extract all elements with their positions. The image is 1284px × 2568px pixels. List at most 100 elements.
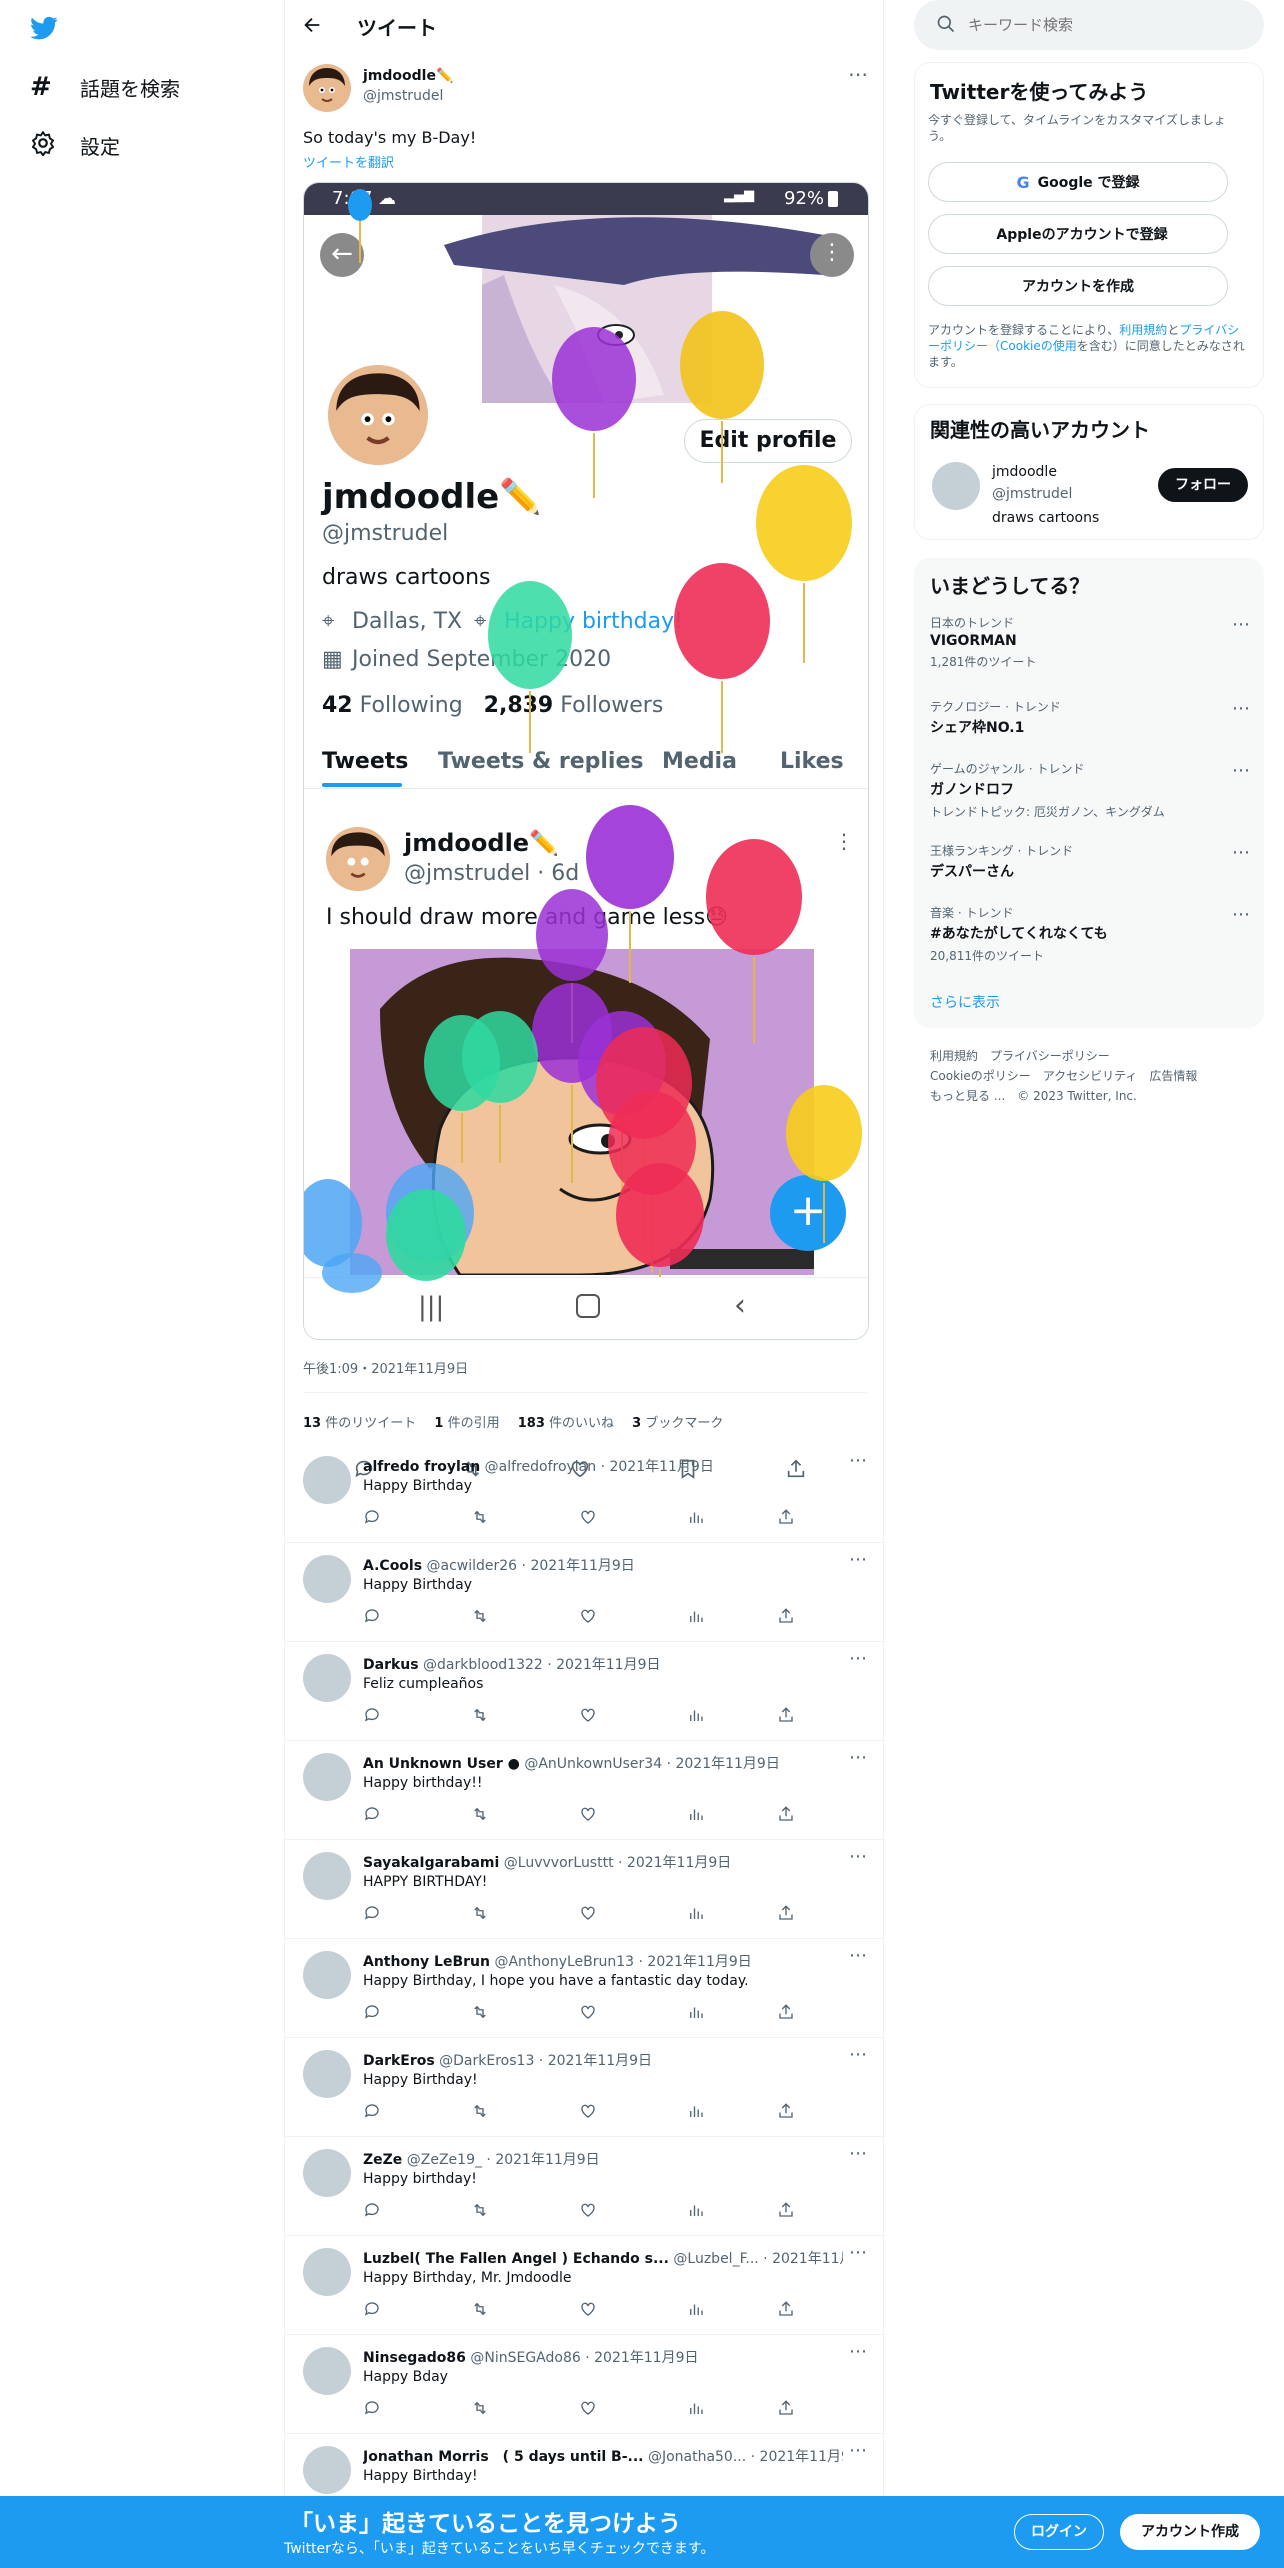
- reply-more-icon[interactable]: ⋯: [849, 2341, 867, 2362]
- reply-more-icon[interactable]: ⋯: [849, 1747, 867, 1768]
- reply-item[interactable]: Anthony LeBrun @AnthonyLeBrun13 · 2021年1…: [285, 1939, 885, 2038]
- trend-item[interactable]: 王様ランキング · トレンド デスパーさん ⋯: [930, 842, 1250, 885]
- legal-terms-link[interactable]: 利用規約: [1119, 323, 1167, 337]
- views-icon[interactable]: [687, 1607, 705, 1625]
- google-signup-button[interactable]: G Google で登録: [928, 162, 1228, 202]
- like-icon[interactable]: [579, 1508, 597, 1526]
- retweet-icon[interactable]: [471, 2399, 489, 2417]
- retweets-count[interactable]: 13: [303, 1416, 321, 1431]
- retweets-label[interactable]: 件のリツイート: [325, 1416, 416, 1431]
- reply-author-name[interactable]: Darkus: [363, 1657, 419, 1673]
- author-avatar[interactable]: [303, 64, 351, 112]
- reply-avatar[interactable]: [303, 1753, 351, 1801]
- retweet-icon[interactable]: [471, 1607, 489, 1625]
- share-icon[interactable]: [777, 2201, 795, 2219]
- share-icon[interactable]: [777, 2300, 795, 2318]
- trend-item[interactable]: 音楽 · トレンド #あなたがしてくれなくても 20,811件のツイート ⋯: [930, 904, 1250, 964]
- login-button[interactable]: ログイン: [1014, 2514, 1104, 2550]
- reply-meta[interactable]: @darkblood1322 · 2021年11月9日: [423, 1657, 660, 1673]
- search-box[interactable]: [914, 0, 1264, 50]
- reply-meta[interactable]: @DarkEros13 · 2021年11月9日: [439, 2053, 652, 2069]
- share-icon[interactable]: [777, 1706, 795, 1724]
- reply-author-name[interactable]: Luzbel( The Fallen Angel ) Echando s...: [363, 2251, 669, 2267]
- like-icon[interactable]: [579, 1805, 597, 1823]
- reply-author-name[interactable]: ZeZe: [363, 2152, 402, 2168]
- views-icon[interactable]: [687, 2102, 705, 2120]
- like-icon[interactable]: [579, 2300, 597, 2318]
- reply-author-name[interactable]: Ninsegado86: [363, 2350, 466, 2366]
- follow-button[interactable]: フォロー: [1158, 468, 1248, 502]
- tweet-timestamp[interactable]: 午後1:09・2021年11月9日: [303, 1358, 468, 1377]
- views-icon[interactable]: [687, 2399, 705, 2417]
- share-icon[interactable]: [777, 2399, 795, 2417]
- signup-button[interactable]: アカウント作成: [1120, 2514, 1260, 2550]
- retweet-icon[interactable]: [471, 1904, 489, 1922]
- footer-line-1[interactable]: 利用規約 プライバシーポリシー: [930, 1046, 1197, 1066]
- twitter-logo-icon[interactable]: [28, 14, 60, 42]
- reply-meta[interactable]: @Jonatha50... · 2021年11月9日: [648, 2449, 843, 2465]
- quotes-count[interactable]: 1: [434, 1416, 443, 1431]
- reply-author-name[interactable]: SayakaIgarabami: [363, 1855, 499, 1871]
- reply-avatar[interactable]: [303, 1456, 351, 1504]
- retweet-icon[interactable]: [471, 2201, 489, 2219]
- bookmarks-count[interactable]: 3: [632, 1416, 641, 1431]
- likes-count[interactable]: 183: [518, 1416, 545, 1431]
- reply-avatar[interactable]: [303, 1852, 351, 1900]
- reply-meta[interactable]: @Luzbel_F... · 2021年11月9日: [673, 2251, 843, 2267]
- retweet-icon[interactable]: [471, 2003, 489, 2021]
- reply-avatar[interactable]: [303, 2446, 351, 2494]
- reply-avatar[interactable]: [303, 2050, 351, 2098]
- reply-icon[interactable]: [363, 1706, 381, 1724]
- reply-icon[interactable]: [363, 2003, 381, 2021]
- trends-more-link[interactable]: さらに表示: [930, 992, 1000, 1012]
- relevant-handle[interactable]: @jmstrudel: [992, 486, 1072, 502]
- translate-link[interactable]: ツイートを翻訳: [303, 152, 394, 171]
- trend-item[interactable]: テクノロジー · トレンド シェア枠NO.1 ⋯: [930, 698, 1250, 741]
- nav-settings[interactable]: 設定: [30, 130, 120, 161]
- reply-icon[interactable]: [363, 2399, 381, 2417]
- reply-author-name[interactable]: A.Cools: [363, 1558, 422, 1574]
- reply-item[interactable]: A.Cools @acwilder26 · 2021年11月9日 Happy Bi…: [285, 1543, 885, 1642]
- like-icon[interactable]: [579, 2201, 597, 2219]
- reply-meta[interactable]: @LuvvvorLusttt · 2021年11月9日: [504, 1855, 732, 1871]
- reply-more-icon[interactable]: ⋯: [849, 2143, 867, 2164]
- reply-more-icon[interactable]: ⋯: [849, 1549, 867, 1570]
- reply-meta[interactable]: @NinSEGAdo86 · 2021年11月9日: [470, 2350, 698, 2366]
- reply-item[interactable]: alfredo froylan @alfredofroylan · 2021年1…: [285, 1444, 885, 1543]
- reply-icon[interactable]: [363, 2300, 381, 2318]
- create-account-button[interactable]: アカウントを作成: [928, 266, 1228, 306]
- reply-item[interactable]: DarkEros @DarkEros13 · 2021年11月9日 Happy B…: [285, 2038, 885, 2137]
- reply-avatar[interactable]: [303, 2149, 351, 2197]
- retweet-icon[interactable]: [471, 2102, 489, 2120]
- reply-more-icon[interactable]: ⋯: [849, 1648, 867, 1669]
- views-icon[interactable]: [687, 1508, 705, 1526]
- reply-author-name[interactable]: An Unknown User ●: [363, 1756, 520, 1772]
- like-icon[interactable]: [579, 1706, 597, 1724]
- reply-author-name[interactable]: alfredo froylan: [363, 1459, 480, 1475]
- trend-item[interactable]: ゲームのジャンル · トレンド ガノンドロフ トレンドトピック: 厄災ガノン、キング…: [930, 760, 1250, 820]
- quotes-label[interactable]: 件の引用: [448, 1416, 500, 1431]
- reply-avatar[interactable]: [303, 1951, 351, 1999]
- apple-signup-button[interactable]: Appleのアカウントで登録: [928, 214, 1228, 254]
- reply-icon[interactable]: [363, 1607, 381, 1625]
- reply-more-icon[interactable]: ⋯: [849, 1846, 867, 1867]
- reply-avatar[interactable]: [303, 2248, 351, 2296]
- reply-icon[interactable]: [363, 1904, 381, 1922]
- reply-item[interactable]: An Unknown User ● @AnUnkownUser34 · 2021…: [285, 1741, 885, 1840]
- reply-item[interactable]: SayakaIgarabami @LuvvvorLusttt · 2021年11…: [285, 1840, 885, 1939]
- relevant-name[interactable]: jmdoodle: [992, 464, 1057, 480]
- author-name[interactable]: jmdoodle✏️: [363, 68, 453, 84]
- reply-author-name[interactable]: Anthony LeBrun: [363, 1954, 490, 1970]
- trend-more-icon[interactable]: ⋯: [1232, 842, 1250, 863]
- share-icon[interactable]: [777, 1607, 795, 1625]
- views-icon[interactable]: [687, 2003, 705, 2021]
- trend-more-icon[interactable]: ⋯: [1232, 698, 1250, 719]
- share-icon[interactable]: [777, 1805, 795, 1823]
- like-icon[interactable]: [579, 2399, 597, 2417]
- reply-author-name[interactable]: Jonathan Morris ( 5 days until B-...: [363, 2449, 643, 2465]
- likes-label[interactable]: 件のいいね: [549, 1416, 614, 1431]
- bookmarks-label[interactable]: ブックマーク: [645, 1416, 723, 1431]
- reply-more-icon[interactable]: ⋯: [849, 1945, 867, 1966]
- like-icon[interactable]: [579, 1904, 597, 1922]
- reply-item[interactable]: Luzbel( The Fallen Angel ) Echando s... …: [285, 2236, 885, 2335]
